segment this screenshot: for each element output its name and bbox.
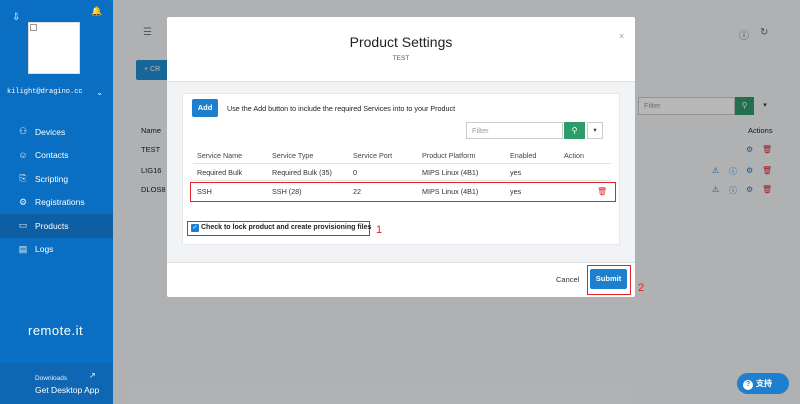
sidebar-item-label: Logs	[35, 244, 54, 255]
sidebar-item-products[interactable]: ▭ Products	[0, 214, 113, 238]
products-icon: ▭	[18, 220, 28, 231]
annotation-number-1: 1	[376, 224, 383, 236]
sidebar-item-contacts[interactable]: ☺ Contacts	[0, 144, 113, 168]
scripting-icon: ⎘	[19, 173, 27, 184]
modal-subtitle: TEST	[392, 55, 410, 62]
logs-icon: ▤	[18, 243, 28, 254]
sidebar-item-label: Registrations	[35, 197, 85, 208]
table-cell: SSH (28)	[272, 187, 302, 196]
lock-product-label[interactable]: Check to lock product and create provisi…	[201, 224, 371, 231]
submit-button[interactable]: Submit	[590, 269, 627, 289]
sidebar-item-label: Products	[35, 220, 69, 231]
sidebar-item-label: Scripting	[35, 173, 69, 184]
chevron-down-icon[interactable]: ⌄	[96, 88, 103, 97]
table-cell: Required Bulk (35)	[272, 168, 332, 177]
add-hint-text: Use the Add button to include the requir…	[227, 104, 456, 113]
trash-icon[interactable]: 🗑	[597, 187, 607, 196]
divider	[193, 163, 611, 164]
devices-icon: ⚇	[18, 126, 28, 137]
table-cell: SSH	[197, 187, 212, 196]
table-cell: Required Bulk	[197, 168, 243, 177]
column-header: Enabled	[510, 151, 537, 160]
user-menu[interactable]: kilight@dragino.cc ⌄	[7, 86, 103, 98]
table-cell: 22	[353, 187, 361, 196]
divider	[193, 180, 611, 181]
sidebar-item-label: Contacts	[35, 150, 69, 161]
modal-title: Product Settings	[349, 34, 453, 50]
avatar	[28, 22, 80, 74]
registrations-icon: ⚙	[18, 196, 28, 207]
sidebar-item-label: Devices	[35, 126, 66, 137]
add-service-button[interactable]: Add	[192, 99, 218, 117]
download-icon: ⇩	[12, 12, 21, 23]
caret-down-icon[interactable]: ▾	[587, 122, 603, 139]
service-filter-input[interactable]: Filter	[466, 122, 563, 139]
column-header: Service Port	[353, 151, 393, 160]
contacts-icon: ☺	[18, 150, 28, 161]
support-button[interactable]: ? 支持	[737, 373, 789, 394]
cancel-button[interactable]: Cancel	[556, 275, 579, 284]
sidebar-item-devices[interactable]: ⚇ Devices	[0, 120, 113, 144]
table-cell: yes	[510, 168, 522, 177]
external-link-icon: ↗	[89, 371, 96, 380]
sidebar-nav: ⚇ Devices ☺ Contacts ⎘ Scripting ⚙ Registrat…	[0, 120, 113, 261]
table-cell: MIPS Linux (4B1)	[422, 168, 479, 177]
sidebar-item-registrations[interactable]: ⚙ Registrations	[0, 191, 113, 215]
support-label: 支持	[756, 379, 772, 388]
lock-product-checkbox[interactable]: ✓	[191, 224, 199, 232]
broken-image-icon	[30, 24, 37, 31]
app-logo: remote.it	[28, 323, 84, 338]
table-cell: yes	[510, 187, 522, 196]
column-header: Product Platform	[422, 151, 476, 160]
downloads-panel[interactable]	[0, 363, 113, 404]
user-email: kilight@dragino.cc	[7, 88, 83, 96]
column-header: Service Name	[197, 151, 243, 160]
downloads-caption: Downloads	[35, 375, 68, 382]
table-cell: MIPS Linux (4B1)	[422, 187, 479, 196]
bell-icon[interactable]: 🔔	[91, 6, 102, 16]
divider	[167, 262, 635, 263]
column-header: Service Type	[272, 151, 314, 160]
annotation-number-2: 2	[638, 282, 645, 294]
search-icon[interactable]: ⚲	[564, 122, 585, 139]
sidebar-item-logs[interactable]: ▤ Logs	[0, 238, 113, 262]
table-cell: 0	[353, 168, 357, 177]
sidebar-item-scripting[interactable]: ⎘ Scripting	[0, 167, 113, 191]
get-desktop-app-link[interactable]: Get Desktop App	[35, 385, 99, 395]
highlighted-table-row	[190, 182, 616, 202]
column-header: Action	[564, 151, 584, 160]
help-icon: ?	[743, 380, 753, 390]
